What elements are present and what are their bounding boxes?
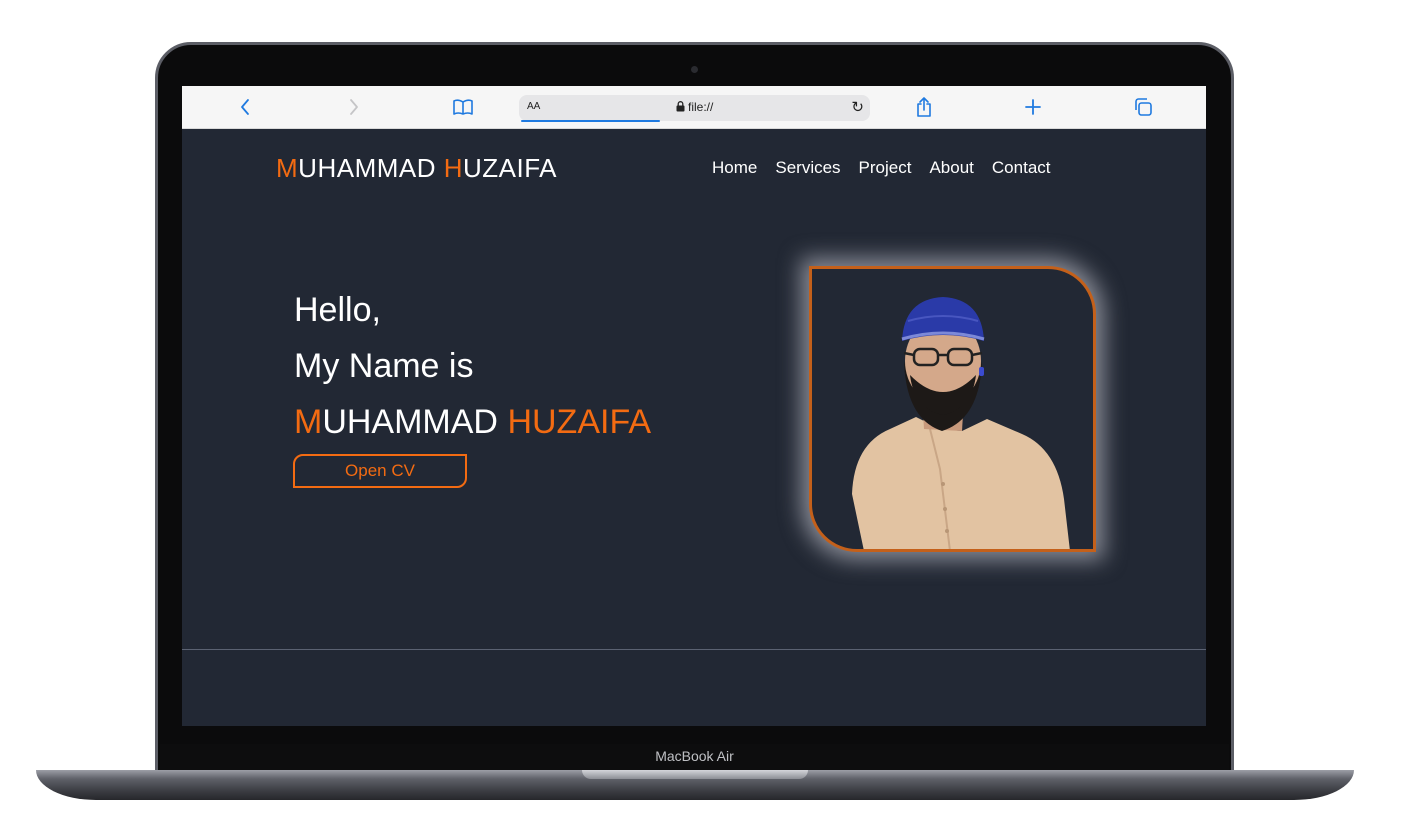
hero-greeting: Hello, <box>294 291 381 329</box>
page-load-progress <box>521 120 660 122</box>
profile-photo <box>852 297 1070 549</box>
nav-project[interactable]: Project <box>859 158 912 178</box>
logo-second-rest: UZAIFA <box>463 153 558 183</box>
hero-name-highlight: HUZAIFA <box>507 403 652 441</box>
share-icon[interactable] <box>911 94 937 120</box>
tabs-icon[interactable] <box>1130 94 1156 120</box>
hero-text: Hello, My Name is MUHAMMAD HUZAIFA <box>294 282 651 450</box>
hero-name-rest: UHAMMAD <box>322 403 508 441</box>
device-label: MacBook Air <box>655 748 734 764</box>
reload-icon[interactable]: ↻ <box>851 98 864 116</box>
nav-home[interactable]: Home <box>712 158 757 178</box>
nav-about[interactable]: About <box>929 158 973 178</box>
new-tab-icon[interactable] <box>1020 94 1046 120</box>
site-header: MUHAMMAD HUZAIFA Home Services Project A… <box>182 129 1206 209</box>
bookmarks-icon[interactable] <box>450 94 476 120</box>
url-display: file:// <box>519 100 870 114</box>
profile-photo-frame <box>809 266 1096 552</box>
hero-name: MUHAMMAD HUZAIFA <box>294 394 651 450</box>
site-logo[interactable]: MUHAMMAD HUZAIFA <box>276 153 557 184</box>
logo-initial-m: M <box>276 153 299 183</box>
hero-name-initial: M <box>294 403 323 441</box>
browser-toolbar: AA file:// ↻ <box>182 86 1206 129</box>
url-text: file:// <box>688 100 714 114</box>
logo-first-rest: UHAMMAD <box>298 153 444 183</box>
forward-icon[interactable] <box>341 94 367 120</box>
nav-menu: Home Services Project About Contact <box>712 158 1051 178</box>
nav-contact[interactable]: Contact <box>992 158 1051 178</box>
camera <box>691 66 698 73</box>
screen: AA file:// ↻ MUHAMMAD HUZAIFA Home Servi… <box>182 86 1206 726</box>
back-icon[interactable] <box>232 94 258 120</box>
nav-services[interactable]: Services <box>775 158 840 178</box>
open-cv-button[interactable]: Open CV <box>293 454 467 488</box>
section-divider <box>182 649 1206 650</box>
address-bar[interactable]: AA file:// ↻ <box>519 95 870 122</box>
lock-icon <box>676 101 685 112</box>
hero-intro: My Name is <box>294 347 474 385</box>
logo-initial-h: H <box>443 153 464 183</box>
laptop-hinge <box>582 770 808 779</box>
